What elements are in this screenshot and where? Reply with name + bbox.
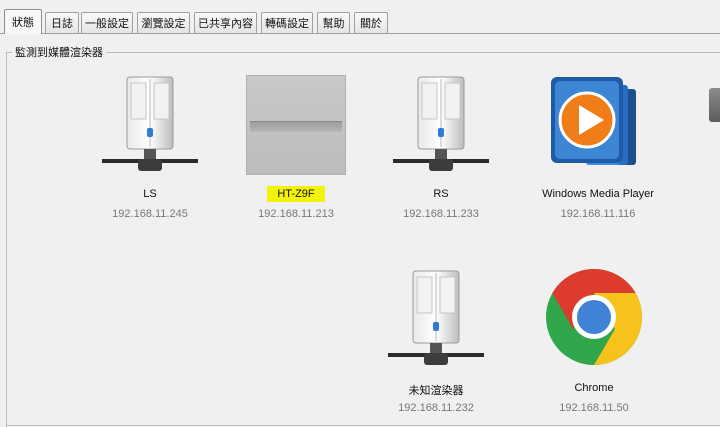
renderer-name: HT-Z9F (221, 186, 371, 202)
tab-status[interactable]: 狀態 (4, 9, 42, 34)
renderer-ip: 192.168.11.116 (560, 208, 636, 220)
windows-media-player-icon (551, 77, 636, 165)
renderer-ip: 192.168.11.232 (398, 402, 474, 414)
tab-shared-content[interactable]: 已共享內容 (194, 12, 257, 33)
renderer-item-chrome[interactable]: Chrome 192.168.11.50 (519, 265, 669, 415)
renderer-name: RS (433, 188, 449, 200)
renderer-ip: 192.168.11.213 (258, 208, 334, 220)
renderer-item-rs[interactable]: RS 192.168.11.233 (366, 75, 516, 225)
tab-transcode-settings[interactable]: 轉碼設定 (261, 12, 313, 33)
renderer-ip: 192.168.11.245 (112, 208, 188, 220)
tab-log[interactable]: 日誌 (45, 12, 79, 33)
renderer-item-ls[interactable]: LS 192.168.11.245 (75, 75, 225, 225)
groupbox-title: 監測到媒體渲染器 (12, 44, 106, 60)
renderer-item-ht-z9f[interactable]: HT-Z9F 192.168.11.213 (221, 75, 371, 225)
renderer-name: LS (143, 188, 157, 200)
renderer-ip: 192.168.11.50 (559, 402, 629, 414)
highlighted-name: HT-Z9F (267, 186, 325, 202)
tab-browse-settings[interactable]: 瀏覽設定 (137, 12, 190, 33)
renderer-name: 未知渲染器 (408, 385, 464, 397)
renderer-item-windows-media-player[interactable]: Windows Media Player 192.168.11.116 (523, 75, 673, 225)
tab-bar: 狀態 日誌 一般設定 瀏覽設定 已共享內容 轉碼設定 幫助 關於 (0, 0, 720, 34)
tab-about[interactable]: 關於 (354, 12, 388, 33)
partial-device-icon (709, 88, 720, 122)
tab-general-settings[interactable]: 一般設定 (81, 12, 133, 33)
server-tower-icon (393, 76, 489, 171)
tab-help[interactable]: 幫助 (317, 12, 350, 33)
groupbox-bottom-border (6, 425, 720, 426)
renderer-name: Chrome (574, 382, 614, 394)
renderer-name: Windows Media Player (542, 188, 654, 200)
server-tower-icon (388, 270, 484, 365)
renderer-item-unknown[interactable]: 未知渲染器 192.168.11.232 (361, 269, 511, 419)
server-tower-icon (102, 76, 198, 171)
placeholder-device-icon (246, 75, 346, 175)
renderer-ip: 192.168.11.233 (403, 208, 479, 220)
chrome-icon (546, 269, 643, 365)
